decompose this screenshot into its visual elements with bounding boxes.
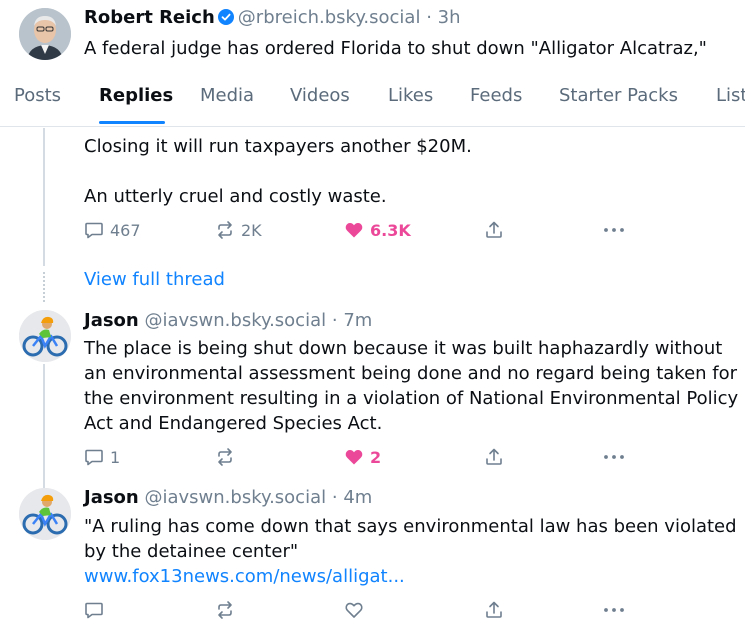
tab-feeds[interactable]: Feeds xyxy=(470,85,522,106)
share-button[interactable] xyxy=(484,445,504,469)
post-text-line: Closing it will run taxpayers another $2… xyxy=(84,136,472,157)
post-time[interactable]: 7m xyxy=(343,310,372,331)
thread-gap-indicator xyxy=(43,272,45,302)
reply-button[interactable]: 467 xyxy=(84,218,141,242)
reply-count: 1 xyxy=(110,447,121,467)
post-actions xyxy=(84,598,644,622)
post-text-line: Act and Endangered Species Act. xyxy=(84,413,383,434)
more-icon xyxy=(604,228,624,232)
repost-icon xyxy=(218,448,232,466)
verified-badge-icon xyxy=(217,9,234,30)
author-name[interactable]: Robert Reich xyxy=(84,7,215,28)
avatar[interactable] xyxy=(19,488,71,540)
author-handle[interactable]: @rbreich.bsky.social xyxy=(238,7,421,28)
post-time[interactable]: 4m xyxy=(343,487,372,508)
post-text-line: "A ruling has come down that says enviro… xyxy=(84,516,737,537)
reply-icon xyxy=(85,222,103,239)
post-header: Jason @iavswn.bsky.social · 4m xyxy=(84,487,372,508)
post-text-line: by the detainee center" xyxy=(84,541,299,562)
separator-dot: · xyxy=(426,7,432,28)
repost-count: 2K xyxy=(241,220,262,240)
post-text-line: the environment resulting in a violation… xyxy=(84,388,739,409)
more-icon xyxy=(604,608,624,612)
share-icon xyxy=(486,601,502,618)
reply-icon xyxy=(85,449,103,466)
share-icon xyxy=(486,448,502,465)
tab-starter-packs[interactable]: Starter Packs xyxy=(559,85,678,106)
more-options-button[interactable] xyxy=(603,218,625,242)
top-post[interactable]: Robert Reich @rbreich.bsky.social · 3h A … xyxy=(0,0,745,64)
view-full-thread-link[interactable]: View full thread xyxy=(84,269,225,290)
author-name[interactable]: Jason xyxy=(84,310,139,331)
repost-button[interactable]: 2K xyxy=(215,218,262,242)
tab-media[interactable]: Media xyxy=(200,85,254,106)
post-text-line: An utterly cruel and costly waste. xyxy=(84,186,387,207)
author-name[interactable]: Jason xyxy=(84,487,139,508)
active-tab-indicator xyxy=(99,121,165,124)
repost-icon xyxy=(218,221,232,239)
share-icon xyxy=(486,221,502,238)
avatar-photo-icon xyxy=(19,8,71,60)
avatar[interactable] xyxy=(19,310,71,362)
share-button[interactable] xyxy=(484,218,504,242)
like-button[interactable]: 6.3K xyxy=(344,218,411,242)
more-options-button[interactable] xyxy=(603,598,625,622)
like-button[interactable] xyxy=(344,598,364,622)
separator-dot: · xyxy=(331,487,338,508)
post-text: A federal judge has ordered Florida to s… xyxy=(84,38,707,59)
like-count: 6.3K xyxy=(370,220,411,240)
external-link[interactable]: www.fox13news.com/news/alligat... xyxy=(84,566,405,587)
tab-posts[interactable]: Posts xyxy=(14,85,61,106)
post-header: Jason @iavswn.bsky.social · 7m xyxy=(84,310,372,331)
author-handle[interactable]: @iavswn.bsky.social xyxy=(144,310,326,331)
share-button[interactable] xyxy=(484,598,504,622)
cyclist-emoji-icon xyxy=(19,310,71,362)
author-handle[interactable]: @iavswn.bsky.social xyxy=(144,487,326,508)
heart-outline-icon xyxy=(345,602,363,618)
thread-line xyxy=(43,364,45,488)
reply-button[interactable]: 1 xyxy=(84,445,120,469)
separator-dot: · xyxy=(331,310,338,331)
like-count: 2 xyxy=(370,447,382,467)
heart-icon xyxy=(345,223,363,238)
post-actions: 467 2K 6.3K xyxy=(84,218,644,242)
tab-likes[interactable]: Likes xyxy=(388,85,433,106)
more-options-button[interactable] xyxy=(603,445,625,469)
post-text-line: an environmental assessment being done a… xyxy=(84,363,738,384)
repost-button[interactable] xyxy=(215,445,235,469)
tab-lists[interactable]: Lists xyxy=(716,85,745,106)
reply-count: 467 xyxy=(110,220,141,240)
avatar[interactable] xyxy=(19,8,71,60)
like-button[interactable]: 2 xyxy=(344,445,381,469)
reply-icon xyxy=(85,602,103,619)
thread-line xyxy=(43,128,45,266)
reply-button[interactable] xyxy=(84,598,104,622)
cyclist-emoji-icon xyxy=(19,488,71,540)
tab-videos[interactable]: Videos xyxy=(290,85,350,106)
post-header: Robert Reich @rbreich.bsky.social · 3h xyxy=(84,7,461,30)
heart-icon xyxy=(345,450,363,465)
repost-icon xyxy=(218,601,232,619)
repost-button[interactable] xyxy=(215,598,235,622)
post-text-line: The place is being shut down because it … xyxy=(84,338,723,359)
post-actions: 1 2 xyxy=(84,445,644,469)
more-icon xyxy=(604,455,624,459)
post-time[interactable]: 3h xyxy=(438,7,461,28)
profile-tabs: Posts Replies Media Videos Likes Feeds S… xyxy=(0,64,745,127)
tab-replies[interactable]: Replies xyxy=(99,85,173,106)
